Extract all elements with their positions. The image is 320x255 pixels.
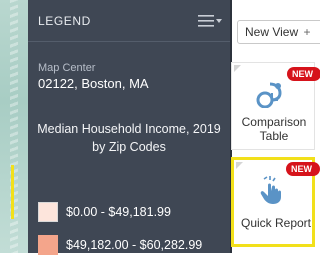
- legend-item: $49,182.00 - $60,282.99: [38, 235, 202, 255]
- corner-fold-icon: [236, 162, 243, 169]
- legend-range-label: $49,182.00 - $60,282.99: [66, 238, 203, 252]
- plus-icon: +: [303, 25, 311, 39]
- new-view-button[interactable]: New View +: [237, 20, 320, 44]
- map-center-label: Map Center: [38, 62, 96, 74]
- caret-down-icon: [216, 18, 222, 23]
- legend-range-label: $0.00 - $49,181.99: [66, 205, 171, 219]
- top-toolbar: New View +: [232, 0, 320, 44]
- legend-swatch: [38, 202, 58, 222]
- hand-pointer-icon: [260, 176, 281, 204]
- comparison-table-card[interactable]: NEW Comparison Table: [231, 62, 320, 150]
- legend-menu-button[interactable]: [198, 14, 222, 27]
- legend-item: $0.00 - $49,181.99: [38, 202, 171, 222]
- comparison-table-label: Comparison Table: [241, 115, 307, 143]
- legend-header: LEGEND: [28, 0, 230, 42]
- map-center-value: 02122, Boston, MA: [38, 76, 149, 91]
- comparison-icon: [256, 82, 282, 108]
- new-badge: NEW: [286, 162, 320, 176]
- new-view-label: New View: [245, 25, 299, 39]
- hamburger-menu-icon: [198, 14, 214, 27]
- legend-panel: LEGEND Map Center 02122, Boston, MA Medi…: [28, 0, 232, 255]
- quick-report-label: Quick Report: [240, 216, 312, 230]
- legend-title: LEGEND: [38, 13, 91, 28]
- legend-data-title: Median Household Income, 2019 by Zip Cod…: [37, 122, 221, 154]
- corner-fold-icon: [234, 65, 241, 72]
- quick-report-card[interactable]: NEW Quick Report: [231, 157, 320, 247]
- legend-swatch: [38, 235, 58, 255]
- map-highlight-edge: [0, 165, 14, 219]
- new-badge: NEW: [287, 67, 320, 81]
